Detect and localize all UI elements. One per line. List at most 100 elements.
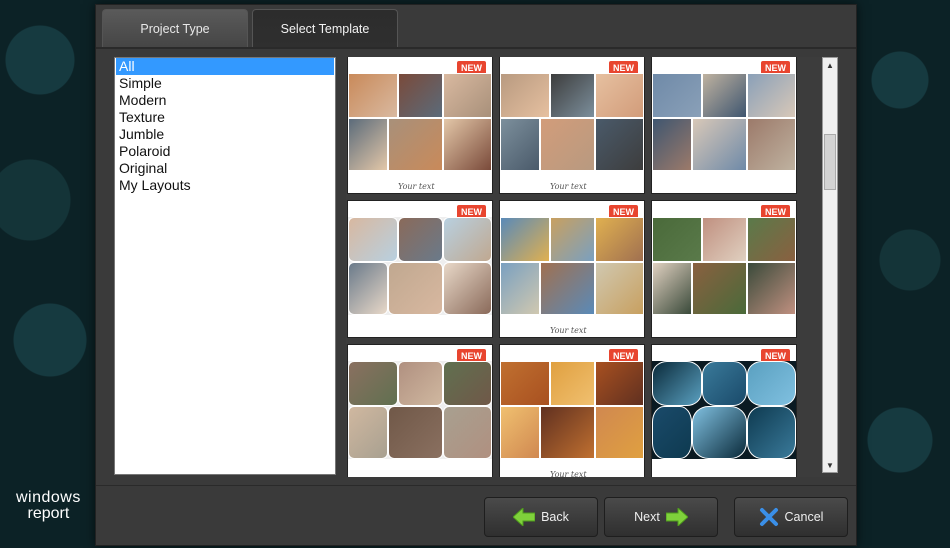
template-photo bbox=[747, 262, 796, 315]
template-photo bbox=[652, 217, 702, 262]
template-photo bbox=[348, 73, 398, 118]
tab-divider bbox=[96, 47, 856, 49]
template-photo bbox=[550, 73, 595, 118]
template-photo bbox=[540, 406, 595, 459]
scroll-down-arrow-icon[interactable]: ▼ bbox=[823, 458, 837, 472]
template-preview bbox=[348, 217, 492, 315]
template-photo bbox=[398, 73, 443, 118]
template-photo bbox=[500, 361, 550, 406]
template-photo bbox=[747, 118, 796, 171]
template-tile[interactable]: NEW bbox=[652, 345, 796, 477]
template-gallery: NEW Your text NEW Your text NEW NEW NEW Your te… bbox=[346, 57, 840, 477]
template-dialog: Project Type Select Template All Simple … bbox=[95, 4, 857, 546]
template-photo bbox=[388, 118, 443, 171]
template-caption: Your text bbox=[550, 182, 587, 191]
template-photo bbox=[348, 406, 388, 459]
template-tile[interactable]: NEW bbox=[652, 57, 796, 193]
tab-select-template[interactable]: Select Template bbox=[252, 9, 398, 48]
footer-divider bbox=[96, 485, 856, 486]
template-photo bbox=[348, 262, 388, 315]
template-photo bbox=[540, 262, 595, 315]
back-arrow-icon bbox=[513, 508, 536, 526]
template-photo bbox=[595, 262, 644, 315]
template-photo bbox=[500, 217, 550, 262]
template-photo bbox=[595, 217, 644, 262]
template-tile[interactable]: NEW bbox=[652, 201, 796, 337]
next-button[interactable]: Next bbox=[604, 497, 718, 537]
template-photo bbox=[443, 262, 492, 315]
template-preview bbox=[652, 73, 796, 171]
template-preview bbox=[652, 361, 796, 459]
logo-line2: report bbox=[27, 505, 70, 522]
gallery-scrollbar[interactable]: ▲ ▼ bbox=[822, 57, 838, 473]
template-photo bbox=[595, 406, 644, 459]
template-photo bbox=[443, 406, 492, 459]
template-photo bbox=[652, 361, 702, 406]
category-item-original[interactable]: Original bbox=[116, 160, 334, 177]
cancel-x-icon bbox=[759, 508, 778, 526]
template-photo bbox=[443, 217, 492, 262]
template-photo bbox=[500, 118, 540, 171]
template-photo bbox=[652, 118, 692, 171]
template-caption: Your text bbox=[398, 182, 435, 191]
category-item-all[interactable]: All bbox=[116, 58, 334, 75]
category-item-my-layouts[interactable]: My Layouts bbox=[116, 177, 334, 194]
cancel-button[interactable]: Cancel bbox=[734, 497, 848, 537]
scroll-thumb[interactable] bbox=[824, 134, 836, 190]
template-photo bbox=[747, 73, 796, 118]
template-tile[interactable]: NEW bbox=[348, 345, 492, 477]
back-button[interactable]: Back bbox=[484, 497, 598, 537]
category-item-jumble[interactable]: Jumble bbox=[116, 126, 334, 143]
template-photo bbox=[500, 262, 540, 315]
template-photo bbox=[398, 361, 443, 406]
template-photo bbox=[595, 73, 644, 118]
category-list[interactable]: All Simple Modern Texture Jumble Polaroi… bbox=[114, 57, 336, 475]
category-item-modern[interactable]: Modern bbox=[116, 92, 334, 109]
tab-bar: Project Type Select Template bbox=[102, 9, 398, 49]
template-tile[interactable]: NEW Your text bbox=[500, 57, 644, 193]
template-photo bbox=[443, 361, 492, 406]
template-photo bbox=[702, 361, 747, 406]
template-photo bbox=[747, 217, 796, 262]
back-label: Back bbox=[541, 510, 569, 524]
template-photo bbox=[550, 361, 595, 406]
category-item-simple[interactable]: Simple bbox=[116, 75, 334, 92]
tab-project-type[interactable]: Project Type bbox=[102, 9, 248, 48]
template-preview bbox=[500, 361, 644, 459]
template-preview bbox=[348, 361, 492, 459]
template-tile[interactable]: NEW Your text bbox=[348, 57, 492, 193]
cancel-label: Cancel bbox=[784, 510, 824, 524]
template-photo bbox=[692, 118, 747, 171]
template-photo bbox=[702, 217, 747, 262]
template-photo bbox=[652, 73, 702, 118]
category-item-texture[interactable]: Texture bbox=[116, 109, 334, 126]
template-photo bbox=[540, 118, 595, 171]
template-preview bbox=[500, 217, 644, 315]
template-photo bbox=[348, 361, 398, 406]
template-tile[interactable]: NEW Your text bbox=[500, 201, 644, 337]
template-photo bbox=[692, 262, 747, 315]
template-photo bbox=[702, 73, 747, 118]
template-photo bbox=[500, 73, 550, 118]
template-tile[interactable]: NEW bbox=[348, 201, 492, 337]
template-photo bbox=[348, 118, 388, 171]
template-photo bbox=[550, 217, 595, 262]
template-photo bbox=[443, 118, 492, 171]
template-tile[interactable]: NEW Your text bbox=[500, 345, 644, 477]
template-photo bbox=[652, 262, 692, 315]
template-photo bbox=[500, 406, 540, 459]
template-photo bbox=[398, 217, 443, 262]
template-photo bbox=[388, 406, 443, 459]
template-photo bbox=[747, 361, 796, 406]
template-preview bbox=[652, 217, 796, 315]
template-caption: Your text bbox=[550, 326, 587, 335]
template-photo bbox=[747, 406, 796, 459]
next-label: Next bbox=[634, 510, 660, 524]
template-photo bbox=[443, 73, 492, 118]
windows-report-logo: windows report bbox=[16, 490, 81, 522]
template-photo bbox=[348, 217, 398, 262]
logo-line1: windows bbox=[16, 489, 81, 506]
category-item-polaroid[interactable]: Polaroid bbox=[116, 143, 334, 160]
scroll-up-arrow-icon[interactable]: ▲ bbox=[823, 58, 837, 72]
template-photo bbox=[692, 406, 747, 459]
